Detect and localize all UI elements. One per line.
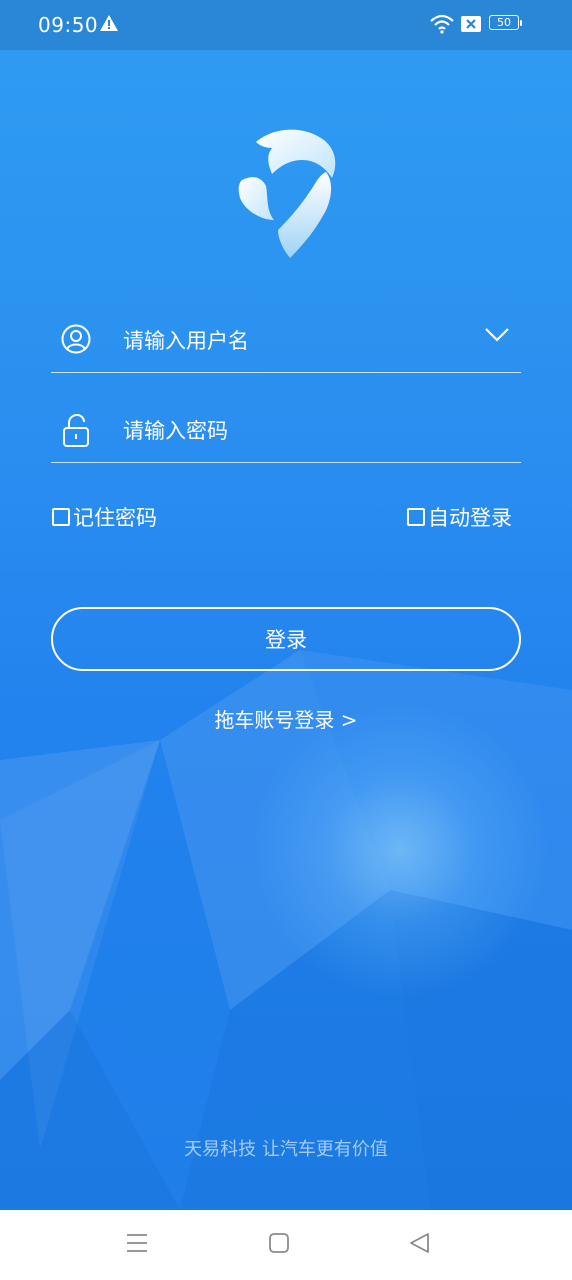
battery-level: 50 xyxy=(497,16,511,29)
checkbox-box[interactable] xyxy=(52,508,70,526)
username-field xyxy=(51,312,521,373)
battery-icon: 50 xyxy=(489,15,522,32)
auto-login-label: 自动登录 xyxy=(428,506,512,530)
sim-error-icon xyxy=(461,16,481,32)
system-navigation-bar xyxy=(0,1210,572,1280)
lock-icon xyxy=(63,414,89,447)
chevron-down-icon[interactable] xyxy=(485,328,509,342)
username-input[interactable] xyxy=(121,320,465,362)
home-icon[interactable] xyxy=(268,1232,290,1254)
menu-icon[interactable] xyxy=(126,1232,148,1254)
password-field xyxy=(51,402,521,463)
app-logo xyxy=(238,129,336,258)
back-icon[interactable] xyxy=(408,1232,430,1254)
remember-password-checkbox[interactable]: 记住密码 xyxy=(52,504,157,530)
wifi-icon xyxy=(430,14,454,34)
warning-icon xyxy=(100,15,118,31)
company-slogan: 天易科技 让汽车更有价值 xyxy=(184,1139,388,1160)
remember-password-label: 记住密码 xyxy=(73,506,157,530)
tow-account-login-link[interactable]: 拖车账号登录 > xyxy=(0,704,572,733)
checkbox-box[interactable] xyxy=(407,508,425,526)
status-bar: 09:50 50 xyxy=(0,0,572,50)
login-button[interactable]: 登录 xyxy=(51,607,521,671)
auto-login-checkbox[interactable]: 自动登录 xyxy=(407,504,512,530)
status-time: 09:50 xyxy=(38,13,99,37)
login-screen: 09:50 50 请输入用户名 记住密码 自动登录 登录 拖车账号登录 > 天易… xyxy=(0,0,572,1210)
user-icon xyxy=(61,324,91,354)
background-glow xyxy=(250,700,550,1000)
password-input[interactable] xyxy=(121,410,465,452)
